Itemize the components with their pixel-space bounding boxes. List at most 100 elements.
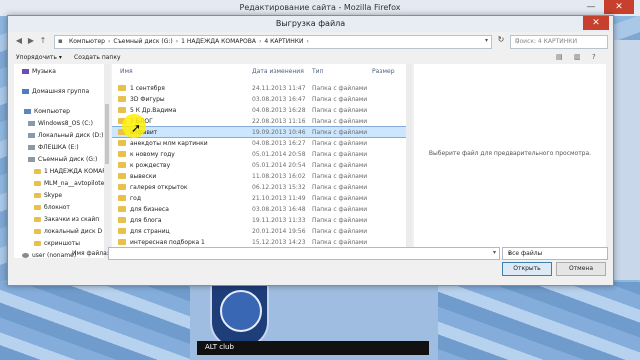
preview-pane: Выберите файл для предварительного просм…: [414, 64, 606, 258]
browser-close-button[interactable]: ✕: [604, 0, 634, 14]
breadcrumb-separator-icon[interactable]: ›: [306, 38, 308, 45]
folder-icon: [118, 206, 126, 212]
navigation-scrollbar[interactable]: [104, 64, 110, 258]
file-type: Папка с файлами: [312, 118, 368, 125]
breadcrumb-item[interactable]: Съемный диск (G:): [113, 38, 172, 45]
nav-item[interactable]: Домашняя группа: [22, 88, 89, 95]
homegroup-icon: [22, 89, 29, 94]
browser-title: Редактирование сайта - Mozilla Firefox: [239, 3, 401, 12]
file-row[interactable]: галерея открыток 06.12.2013 15:32 Папка с …: [112, 182, 406, 192]
folder-icon: [118, 228, 126, 234]
forward-icon[interactable]: ▶: [26, 36, 36, 46]
navigation-pane: Музыка Домашняя группа Компьютер Windows8_O…: [14, 64, 104, 258]
nav-item-label: Локальный диск (D:): [38, 132, 104, 139]
file-name-label: Имя файла:: [72, 250, 109, 257]
column-size-header[interactable]: Размер: [372, 68, 395, 75]
drive-icon: [28, 121, 35, 126]
breadcrumb-item[interactable]: 1 НАДЕЖДА КОМАРОВА: [181, 38, 256, 45]
breadcrumb-separator-icon[interactable]: ›: [176, 38, 178, 45]
preview-message: Выберите файл для предварительного просм…: [428, 150, 592, 157]
nav-item[interactable]: Skype: [34, 192, 62, 199]
file-name: интересная подборка 1: [130, 239, 205, 246]
file-date: 06.12.2013 15:32: [252, 184, 306, 191]
nav-item-label: Компьютер: [34, 108, 70, 115]
nav-item[interactable]: Локальный диск (D:): [28, 132, 104, 139]
file-name: анекдоты млм картинки: [130, 140, 208, 147]
file-type-filter[interactable]: Все файлы ▾: [502, 247, 608, 260]
folder-path-icon: ▪: [58, 37, 63, 45]
dialog-title: Выгрузка файла: [275, 19, 346, 28]
breadcrumb-separator-icon[interactable]: ›: [259, 38, 261, 45]
user-icon: [22, 253, 29, 258]
up-icon[interactable]: ↑: [38, 36, 48, 46]
drive-icon: [28, 157, 35, 162]
chevron-down-icon[interactable]: ▾: [493, 249, 496, 256]
nav-item[interactable]: Съемный диск (G:): [28, 156, 97, 163]
dialog-close-button[interactable]: ✕: [583, 16, 609, 30]
nav-item[interactable]: блокнот: [34, 204, 70, 211]
open-button[interactable]: Открыть: [502, 262, 552, 276]
chevron-down-icon[interactable]: ▾: [485, 37, 488, 44]
nav-item-label: Домашняя группа: [32, 88, 90, 95]
nav-item[interactable]: 1 НАДЕЖДА КОМАРОВА: [34, 168, 104, 175]
file-row[interactable]: алфавит19.09.2013 10:46Папка с файлами: [112, 126, 406, 138]
chevron-down-icon: ▾: [508, 250, 512, 257]
search-icon: ⚲: [515, 38, 520, 45]
address-bar[interactable]: ▪ Компьютер › Съемный диск (G:) › 1 НАДЕЖДА …: [54, 35, 492, 49]
breadcrumb-item[interactable]: 4 КАРТИНКИ: [264, 38, 303, 45]
file-date: 05.01.2014 20:54: [252, 162, 306, 169]
back-icon[interactable]: ◀: [14, 36, 24, 46]
minimize-button[interactable]: —: [580, 0, 602, 14]
view-options-icon[interactable]: ▤: [556, 53, 563, 61]
folder-icon: [34, 205, 41, 210]
file-row[interactable]: интересная подборка 1 15.12.2013 14:23 Пап…: [112, 237, 406, 247]
nav-item[interactable]: Компьютер: [24, 108, 70, 115]
file-list-scrollbar[interactable]: [406, 64, 412, 258]
help-icon[interactable]: ?: [592, 53, 596, 61]
organize-button[interactable]: Упорядочить ▾: [16, 54, 62, 61]
nav-item[interactable]: локальный диск D: [34, 228, 102, 235]
breadcrumb-item[interactable]: Компьютер: [69, 38, 105, 45]
file-row[interactable]: вывески 11.08.2013 16:02 Папка с файлами: [112, 171, 406, 181]
refresh-icon[interactable]: ↻: [496, 35, 506, 47]
file-name: вывески: [130, 173, 157, 180]
computer-icon: [24, 109, 31, 114]
file-row[interactable]: 7 БЛОГ22.08.2013 11:16Папка с файлами: [112, 116, 406, 126]
file-row[interactable]: 5 К Др.Вадима 04.08.2013 16:28 Папка с фай…: [112, 105, 406, 115]
nav-item[interactable]: Музыка: [22, 68, 56, 75]
file-upload-dialog: Выгрузка файла ✕ ◀ ▶ ↑ ▪ Компьютер › Съемн…: [7, 15, 614, 286]
nav-item-label: Съемный диск (G:): [38, 156, 98, 163]
file-name: для бизнеса: [130, 206, 169, 213]
file-row[interactable]: к новому году 05.01.2014 20:58 Папка с фай…: [112, 149, 406, 159]
file-row[interactable]: для бизнеса 03.08.2013 16:48 Папка с файла…: [112, 204, 406, 214]
column-type-header[interactable]: Тип: [312, 68, 324, 75]
scroll-thumb[interactable]: [105, 104, 109, 164]
file-row[interactable]: для блога 19.11.2013 11:33 Папка с файлами: [112, 215, 406, 225]
nav-item[interactable]: MLM_na__avtopilote_: [34, 180, 104, 187]
nav-item[interactable]: ФЛЕШКА (E:): [28, 144, 79, 151]
file-row[interactable]: к рождеству 05.01.2014 20:54 Папка с файла…: [112, 160, 406, 170]
search-input[interactable]: Поиск: 4 КАРТИНКИ ⚲: [510, 35, 608, 49]
column-name-header[interactable]: Имя: [120, 68, 133, 75]
file-row[interactable]: 1 сентября 24.11.2013 11:47 Папка с файлам…: [112, 83, 406, 93]
file-row[interactable]: для страниц 20.01.2014 19:56 Папка с файла…: [112, 226, 406, 236]
nav-item[interactable]: Закачки из скайп: [34, 216, 99, 223]
nav-item[interactable]: user (noname): [22, 252, 76, 258]
file-date: 20.01.2014 19:56: [252, 228, 306, 235]
file-name-field[interactable]: ▾: [108, 247, 500, 260]
nav-item-label: 1 НАДЕЖДА КОМАРОВА: [44, 168, 104, 175]
preview-pane-icon[interactable]: ▥: [574, 53, 581, 61]
new-folder-button[interactable]: Создать папку: [74, 54, 121, 61]
file-row[interactable]: анекдоты млм картинки 04.08.2013 16:27 Пап…: [112, 138, 406, 148]
nav-item[interactable]: Windows8_OS (C:): [28, 120, 93, 127]
file-row[interactable]: 3D Фигуры 03.08.2013 16:47 Папка с файлами: [112, 94, 406, 104]
breadcrumb-separator-icon[interactable]: ›: [108, 38, 110, 45]
nav-item[interactable]: скриншоты: [34, 240, 80, 247]
file-type: Папка с файлами: [312, 217, 368, 224]
breadcrumb: Компьютер › Съемный диск (G:) › 1 НАДЕЖДА КО…: [69, 38, 312, 45]
file-row[interactable]: год 21.10.2013 11:49 Папка с файлами: [112, 193, 406, 203]
column-date-header[interactable]: Дата изменения: [252, 68, 304, 75]
cancel-button[interactable]: Отмена: [556, 262, 606, 276]
file-date: 24.11.2013 11:47: [252, 85, 306, 92]
folder-icon: [118, 195, 126, 201]
